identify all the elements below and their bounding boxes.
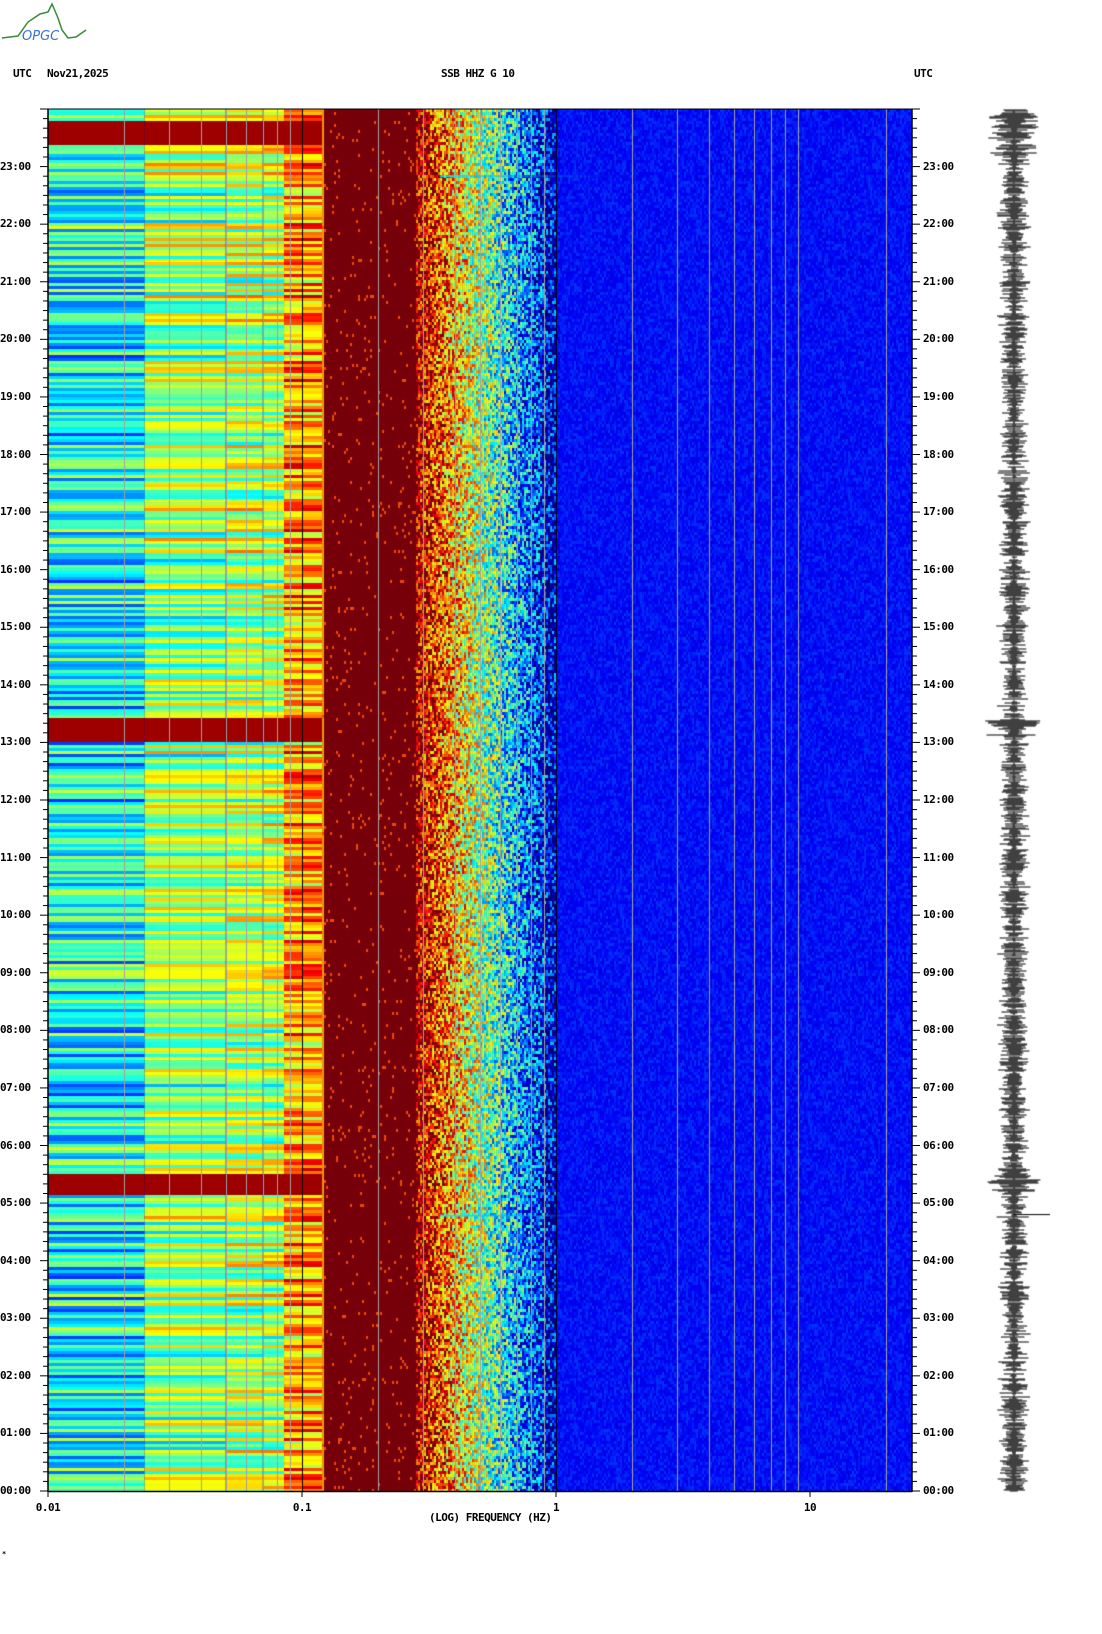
x-axis-label: (LOG) FREQUENCY (HZ) [429, 1511, 552, 1524]
y-tick-label-right: 09:00 [923, 965, 954, 979]
y-tick-label-left: 11:00 [0, 850, 31, 864]
y-tick-label-right: 04:00 [923, 1253, 954, 1267]
y-tick-label-left: 12:00 [0, 793, 31, 806]
y-tick-label-right: 23:00 [923, 159, 954, 173]
y-tick-label-right: 11:00 [923, 850, 954, 864]
x-tick-label: 0.1 [292, 1501, 312, 1514]
y-tick-label-right: 10:00 [923, 908, 954, 922]
y-tick-label-right: 13:00 [923, 735, 954, 749]
y-tick-label-left: 23:00 [0, 159, 31, 173]
y-tick-label-left: 14:00 [0, 677, 31, 691]
y-tick-label-left: 06:00 [0, 1138, 31, 1152]
x-tick-label: 0.01 [35, 1501, 61, 1514]
y-tick-label-right: 07:00 [923, 1080, 954, 1094]
y-tick-label-left: 01:00 [0, 1426, 31, 1440]
y-tick-label-right: 05:00 [923, 1196, 954, 1210]
x-tick-label: 10 [803, 1501, 817, 1514]
y-tick-label-left: 20:00 [0, 332, 31, 346]
chart-axes [40, 108, 920, 1497]
y-tick-label-right: 08:00 [923, 1023, 954, 1037]
y-tick-label-left: 08:00 [0, 1023, 31, 1037]
y-tick-label-left: 21:00 [0, 274, 31, 288]
y-tick-label-right: 19:00 [923, 389, 954, 403]
y-tick-label-right: 18:00 [923, 447, 954, 461]
y-tick-label-right: 01:00 [923, 1426, 954, 1440]
y-tick-label-left: 13:00 [0, 735, 31, 749]
y-tick-label-left: 18:00 [0, 447, 31, 461]
y-tick-label-left: 15:00 [0, 620, 31, 634]
y-tick-label-right: 20:00 [923, 332, 954, 346]
y-tick-label-right: 16:00 [923, 562, 954, 576]
y-tick-label-left: 09:00 [0, 965, 31, 979]
y-tick-label-right: 12:00 [923, 793, 954, 806]
x-tick-label: 1 [552, 1501, 560, 1514]
y-tick-label-left: 03:00 [0, 1311, 31, 1325]
y-tick-label-left: 04:00 [0, 1253, 31, 1267]
y-tick-label-left: 02:00 [0, 1368, 31, 1382]
y-tick-label-left: 07:00 [0, 1080, 31, 1094]
y-tick-label-right: 00:00 [923, 1484, 954, 1497]
y-tick-label-right: 03:00 [923, 1311, 954, 1325]
y-tick-label-left: 05:00 [0, 1196, 31, 1210]
y-tick-label-left: 17:00 [0, 505, 31, 519]
y-tick-label-left: 19:00 [0, 389, 31, 403]
footer-mark: * [2, 1550, 6, 1558]
y-tick-label-right: 21:00 [923, 274, 954, 288]
y-tick-label-right: 14:00 [923, 677, 954, 691]
y-tick-label-right: 17:00 [923, 505, 954, 519]
y-tick-label-left: 16:00 [0, 562, 31, 576]
y-tick-label-left: 10:00 [0, 908, 31, 922]
y-tick-label-right: 22:00 [923, 217, 954, 231]
y-tick-label-right: 02:00 [923, 1368, 954, 1382]
y-tick-label-left: 00:00 [0, 1484, 31, 1497]
y-tick-label-right: 06:00 [923, 1138, 954, 1152]
y-tick-label-right: 15:00 [923, 620, 954, 634]
y-tick-label-left: 22:00 [0, 217, 31, 231]
